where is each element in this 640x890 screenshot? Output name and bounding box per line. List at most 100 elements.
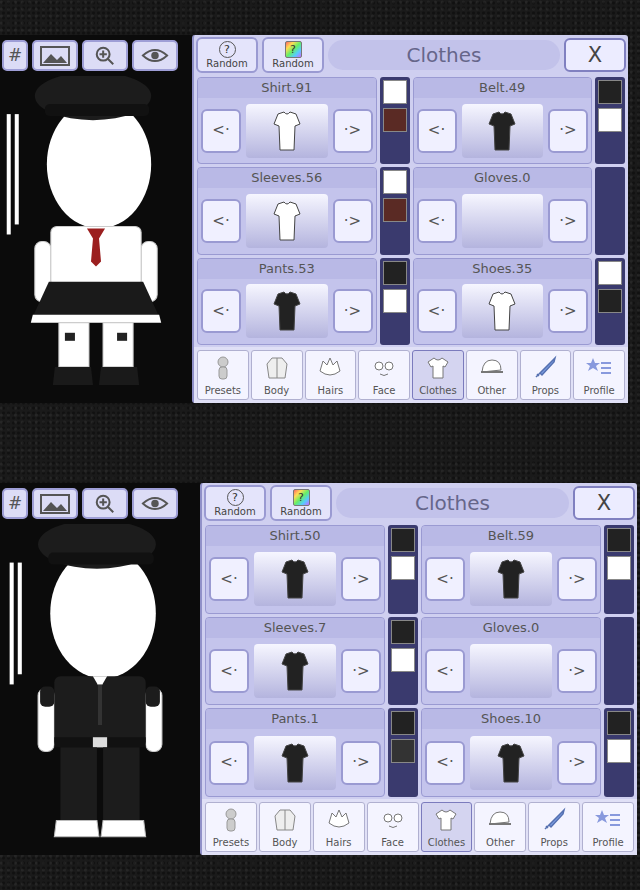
category-icon: [487, 807, 513, 833]
random-button[interactable]: ?Random: [204, 485, 266, 521]
next-button[interactable]: ·>: [548, 289, 588, 333]
next-button[interactable]: ·>: [341, 557, 381, 601]
previous-button[interactable]: <·: [425, 741, 465, 785]
previous-button[interactable]: <·: [417, 199, 457, 243]
clothes-grid: Shirt.91<··>Belt.49<··>Sleeves.56<··>Glo…: [194, 75, 628, 347]
color-swatch[interactable]: [383, 80, 407, 104]
color-swatch[interactable]: [607, 528, 631, 552]
item-preview: [462, 284, 544, 338]
category-tab[interactable]: Props: [520, 350, 572, 400]
eye-button[interactable]: [132, 488, 178, 519]
eye-button[interactable]: [132, 40, 178, 71]
category-tab[interactable]: Presets: [197, 350, 249, 400]
clothing-selector: Pants.53<··>: [197, 258, 377, 345]
tab-label: Props: [532, 383, 559, 398]
category-tab[interactable]: Body: [251, 350, 303, 400]
question-icon: ?: [285, 41, 302, 58]
category-tab[interactable]: Other: [466, 350, 518, 400]
next-button[interactable]: ·>: [333, 289, 373, 333]
category-tab[interactable]: Presets: [205, 802, 257, 852]
color-swatch[interactable]: [598, 80, 622, 104]
color-swatch[interactable]: [391, 711, 415, 735]
category-tab[interactable]: Clothes: [412, 350, 464, 400]
item-label: Sleeves.56: [198, 168, 376, 188]
character-area: [0, 524, 200, 855]
color-swatch[interactable]: [391, 739, 415, 763]
previous-button[interactable]: <·: [425, 649, 465, 693]
random-button[interactable]: ?Random: [196, 37, 258, 73]
next-button[interactable]: ·>: [341, 649, 381, 693]
eye-icon: [141, 495, 169, 512]
previous-button[interactable]: <·: [425, 557, 465, 601]
color-swatch[interactable]: [391, 528, 415, 552]
color-swatch[interactable]: [391, 620, 415, 644]
random-button[interactable]: ?Random: [270, 485, 332, 521]
next-button[interactable]: ·>: [341, 741, 381, 785]
previous-button[interactable]: <·: [201, 199, 241, 243]
color-swatch[interactable]: [598, 289, 622, 313]
close-button[interactable]: X: [564, 38, 626, 72]
category-icon: [380, 807, 406, 833]
item-label: Shoes.35: [414, 259, 592, 279]
top-toolbar: #: [0, 35, 192, 76]
image-button[interactable]: [32, 40, 78, 71]
category-tab[interactable]: Props: [528, 802, 580, 852]
category-tab[interactable]: Face: [367, 802, 419, 852]
previous-button[interactable]: <·: [209, 557, 249, 601]
category-tabs: Presets Body HairsFaceClothesOther Props Pro…: [194, 347, 628, 403]
next-button[interactable]: ·>: [557, 741, 597, 785]
category-tab[interactable]: Other: [474, 802, 526, 852]
previous-button[interactable]: <·: [417, 289, 457, 333]
game-screen: #?Random?RandomClothesXShirt.50<··>Belt.…: [0, 483, 637, 855]
color-swatch[interactable]: [383, 108, 407, 132]
next-button[interactable]: ·>: [548, 199, 588, 243]
color-swatch[interactable]: [598, 261, 622, 285]
category-tab[interactable]: Clothes: [421, 802, 473, 852]
category-tab[interactable]: Hairs: [313, 802, 365, 852]
image-button[interactable]: [32, 488, 78, 519]
tab-label: Body: [264, 383, 289, 398]
category-tab[interactable]: Body: [259, 802, 311, 852]
grid-button[interactable]: #: [2, 488, 28, 519]
next-button[interactable]: ·>: [557, 557, 597, 601]
previous-button[interactable]: <·: [201, 289, 241, 333]
color-swatch[interactable]: [607, 556, 631, 580]
character-stage: #: [0, 483, 200, 855]
previous-button[interactable]: <·: [209, 649, 249, 693]
category-icon: [433, 807, 459, 833]
color-swatch[interactable]: [391, 556, 415, 580]
previous-button[interactable]: <·: [417, 109, 457, 153]
category-icon: [218, 807, 244, 833]
close-button[interactable]: X: [573, 486, 635, 520]
clothing-selector: Belt.59<··>: [421, 525, 601, 614]
previous-button[interactable]: <·: [209, 741, 249, 785]
next-button[interactable]: ·>: [548, 109, 588, 153]
grid-button[interactable]: #: [2, 40, 28, 71]
category-tab[interactable]: Profile: [573, 350, 625, 400]
color-swatch[interactable]: [383, 198, 407, 222]
next-button[interactable]: ·>: [557, 649, 597, 693]
category-tab[interactable]: Hairs: [305, 350, 357, 400]
item-controls: <· ·>: [422, 729, 600, 796]
color-swatch[interactable]: [607, 711, 631, 735]
color-swatch[interactable]: [391, 648, 415, 672]
item-preview: [462, 194, 544, 248]
category-tab[interactable]: Face: [358, 350, 410, 400]
next-button[interactable]: ·>: [333, 109, 373, 153]
zoom-button[interactable]: [82, 488, 128, 519]
zoom-button[interactable]: [82, 40, 128, 71]
tab-label: Other: [486, 835, 514, 850]
random-button[interactable]: ?Random: [262, 37, 324, 73]
color-swatch[interactable]: [598, 108, 622, 132]
previous-button[interactable]: <·: [201, 109, 241, 153]
clothing-selector: Pants.1<··>: [205, 708, 385, 797]
color-swatch[interactable]: [607, 739, 631, 763]
color-swatch[interactable]: [383, 289, 407, 313]
panel-header: ?Random?RandomClothesX: [202, 483, 637, 523]
clothes-panel: ?Random?RandomClothesXShirt.91<··>Belt.4…: [192, 35, 628, 403]
tab-label: Face: [381, 835, 404, 850]
category-tab[interactable]: Profile: [582, 802, 634, 852]
color-swatch[interactable]: [383, 261, 407, 285]
color-swatch[interactable]: [383, 170, 407, 194]
next-button[interactable]: ·>: [333, 199, 373, 243]
